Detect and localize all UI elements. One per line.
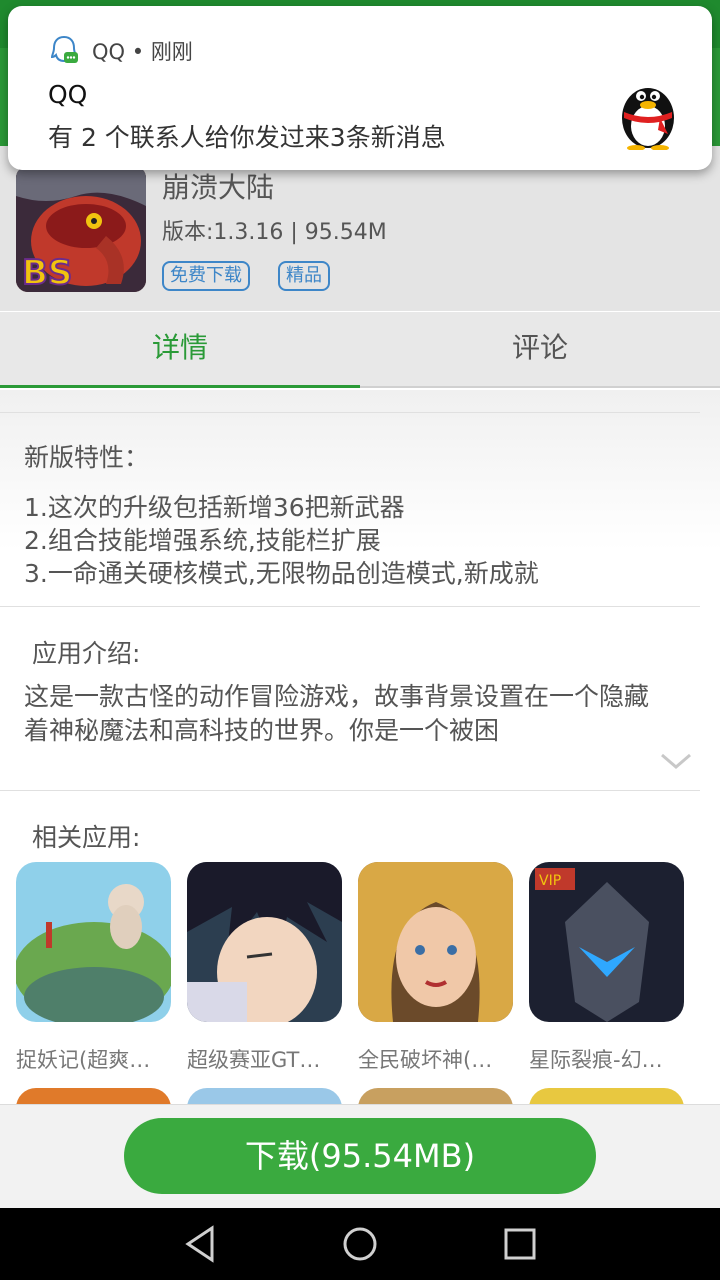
home-icon[interactable] [338, 1222, 382, 1266]
download-button[interactable]: 下载(95.54MB) [124, 1118, 596, 1194]
related-app-icon-3[interactable] [358, 862, 513, 1022]
qq-penguin-icon [622, 88, 674, 150]
related-app-icon-1[interactable] [16, 862, 171, 1022]
feature-line-1: 1.这次的升级包括新增36把新武器 [24, 493, 405, 522]
divider [0, 790, 700, 791]
notification-body: 有 2 个联系人给你发过来3条新消息 [48, 123, 446, 152]
divider [0, 412, 700, 413]
chevron-down-icon[interactable] [660, 752, 692, 770]
related-app-label-3[interactable]: 全民破坏神(… [358, 1044, 518, 1074]
intro-text: 这是一款古怪的动作冒险游戏，故事背景设置在一个隐藏着神秘魔法和高科技的世界。你是… [24, 682, 650, 745]
svg-text:VIP: VIP [539, 873, 561, 889]
related-app-label-4[interactable]: 星际裂痕-幻… [529, 1044, 689, 1074]
qq-app-icon [50, 35, 78, 63]
qq-notification[interactable]: QQ • 刚刚 QQ 有 2 个联系人给你发过来3条新消息 [8, 6, 712, 170]
tab-comments[interactable]: 评论 [360, 312, 720, 388]
svg-text:BS: BS [22, 253, 72, 292]
tag-free-download: 免费下载 [162, 261, 250, 291]
app-version-size: 版本:1.3.16 | 95.54M [162, 220, 387, 245]
app-icon: BS [16, 166, 146, 292]
tag-premium: 精品 [278, 261, 330, 291]
feature-line-3: 3.一命通关硬核模式,无限物品创造模式,新成就 [24, 559, 539, 588]
separator-dot: • [131, 40, 151, 64]
notification-time: 刚刚 [150, 40, 193, 64]
tab-bar: 详情 评论 [0, 312, 720, 388]
intro-title: 应用介绍: [32, 639, 141, 668]
related-title: 相关应用: [32, 823, 141, 852]
notification-app-label: QQ [92, 40, 126, 64]
app-name: 崩溃大陆 [162, 171, 275, 204]
feature-line-2: 2.组合技能增强系统,技能栏扩展 [24, 526, 381, 555]
back-icon[interactable] [180, 1222, 224, 1266]
recent-apps-icon[interactable] [498, 1222, 542, 1266]
features-title: 新版特性： [24, 443, 150, 472]
tab-details[interactable]: 详情 [0, 312, 360, 388]
related-app-icon-2[interactable] [187, 862, 342, 1022]
notification-app-name: QQ • 刚刚 [92, 36, 193, 66]
divider [0, 606, 700, 607]
related-app-icon-4[interactable]: VIP [529, 862, 684, 1022]
related-app-label-1[interactable]: 捉妖记(超爽… [16, 1044, 176, 1074]
related-app-label-2[interactable]: 超级赛亚GT… [187, 1044, 347, 1074]
notification-title: QQ [48, 80, 88, 109]
